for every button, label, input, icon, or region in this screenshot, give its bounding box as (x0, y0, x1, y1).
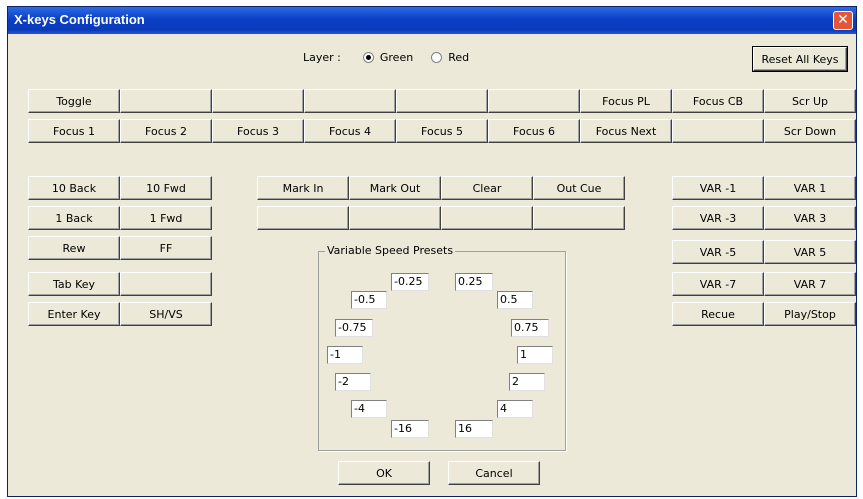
key-blank[interactable] (396, 89, 488, 113)
key-blank[interactable] (533, 206, 625, 230)
key-focus-2[interactable]: Focus 2 (120, 119, 212, 143)
key-ff[interactable]: FF (120, 236, 212, 260)
window-title: X-keys Configuration (14, 12, 145, 27)
key-focus-4[interactable]: Focus 4 (304, 119, 396, 143)
key-10-back[interactable]: 10 Back (28, 176, 120, 200)
key-var-5[interactable]: VAR 5 (764, 240, 856, 264)
key-mark-out[interactable]: Mark Out (349, 176, 441, 200)
cancel-button[interactable]: Cancel (448, 461, 540, 485)
preset-field-0-75[interactable]: 0.75 (511, 319, 549, 337)
preset-field-4[interactable]: 4 (497, 400, 533, 418)
preset-field-minus-0-75[interactable]: -0.75 (335, 319, 373, 337)
key-var-minus-5[interactable]: VAR -5 (672, 240, 764, 264)
layer-red-label[interactable]: Red (448, 51, 469, 64)
key-var-7[interactable]: VAR 7 (764, 272, 856, 296)
layer-red-radio[interactable] (431, 52, 443, 63)
variable-speed-presets-label: Variable Speed Presets (325, 244, 456, 257)
layer-green-label[interactable]: Green (380, 51, 413, 64)
ok-button[interactable]: OK (338, 461, 430, 485)
key-var-minus-1[interactable]: VAR -1 (672, 176, 764, 200)
key-focus-next[interactable]: Focus Next (580, 119, 672, 143)
key-1-back[interactable]: 1 Back (28, 206, 120, 230)
key-blank[interactable] (304, 89, 396, 113)
preset-field-minus-0-25[interactable]: -0.25 (391, 273, 429, 291)
key-blank[interactable] (349, 206, 441, 230)
preset-field-minus-1[interactable]: -1 (327, 346, 363, 364)
key-blank[interactable] (257, 206, 349, 230)
key-blank[interactable] (120, 272, 212, 296)
layer-green-radio[interactable] (362, 52, 374, 63)
key-enter[interactable]: Enter Key (28, 302, 120, 326)
key-blank[interactable] (672, 119, 764, 143)
preset-field-0-25[interactable]: 0.25 (455, 273, 493, 291)
key-blank[interactable] (120, 89, 212, 113)
key-sh-vs[interactable]: SH/VS (120, 302, 212, 326)
key-out-cue[interactable]: Out Cue (533, 176, 625, 200)
key-focus-5[interactable]: Focus 5 (396, 119, 488, 143)
preset-field-2[interactable]: 2 (509, 373, 545, 391)
xkeys-config-window: X-keys Configuration ✕ Layer : Green Red… (7, 6, 857, 497)
key-scr-up[interactable]: Scr Up (764, 89, 856, 113)
close-icon[interactable]: ✕ (833, 11, 853, 30)
key-toggle[interactable]: Toggle (28, 89, 120, 113)
key-var-1[interactable]: VAR 1 (764, 176, 856, 200)
key-scr-down[interactable]: Scr Down (764, 119, 856, 143)
preset-field-0-5[interactable]: 0.5 (497, 291, 533, 309)
key-focus-3[interactable]: Focus 3 (212, 119, 304, 143)
preset-field-16[interactable]: 16 (455, 420, 493, 438)
key-rew[interactable]: Rew (28, 236, 120, 260)
preset-field-minus-2[interactable]: -2 (335, 373, 371, 391)
key-10-fwd[interactable]: 10 Fwd (120, 176, 212, 200)
preset-field-minus-4[interactable]: -4 (351, 400, 387, 418)
key-blank[interactable] (488, 89, 580, 113)
preset-field-minus-16[interactable]: -16 (391, 420, 429, 438)
key-var-minus-7[interactable]: VAR -7 (672, 272, 764, 296)
key-focus-6[interactable]: Focus 6 (488, 119, 580, 143)
key-var-minus-3[interactable]: VAR -3 (672, 206, 764, 230)
key-1-fwd[interactable]: 1 Fwd (120, 206, 212, 230)
key-recue[interactable]: Recue (672, 302, 764, 326)
layer-label: Layer : (303, 51, 341, 64)
preset-field-minus-0-5[interactable]: -0.5 (351, 291, 387, 309)
key-mark-in[interactable]: Mark In (257, 176, 349, 200)
key-clear[interactable]: Clear (441, 176, 533, 200)
key-blank[interactable] (441, 206, 533, 230)
key-focus-pl[interactable]: Focus PL (580, 89, 672, 113)
key-blank[interactable] (212, 89, 304, 113)
key-var-3[interactable]: VAR 3 (764, 206, 856, 230)
key-tab[interactable]: Tab Key (28, 272, 120, 296)
reset-all-keys-button[interactable]: Reset All Keys (752, 46, 848, 72)
title-bar: X-keys Configuration ✕ (8, 7, 856, 34)
key-focus-1[interactable]: Focus 1 (28, 119, 120, 143)
key-focus-cb[interactable]: Focus CB (672, 89, 764, 113)
layer-selector: Layer : Green Red (303, 51, 469, 64)
preset-field-1[interactable]: 1 (517, 346, 553, 364)
key-play-stop[interactable]: Play/Stop (764, 302, 856, 326)
